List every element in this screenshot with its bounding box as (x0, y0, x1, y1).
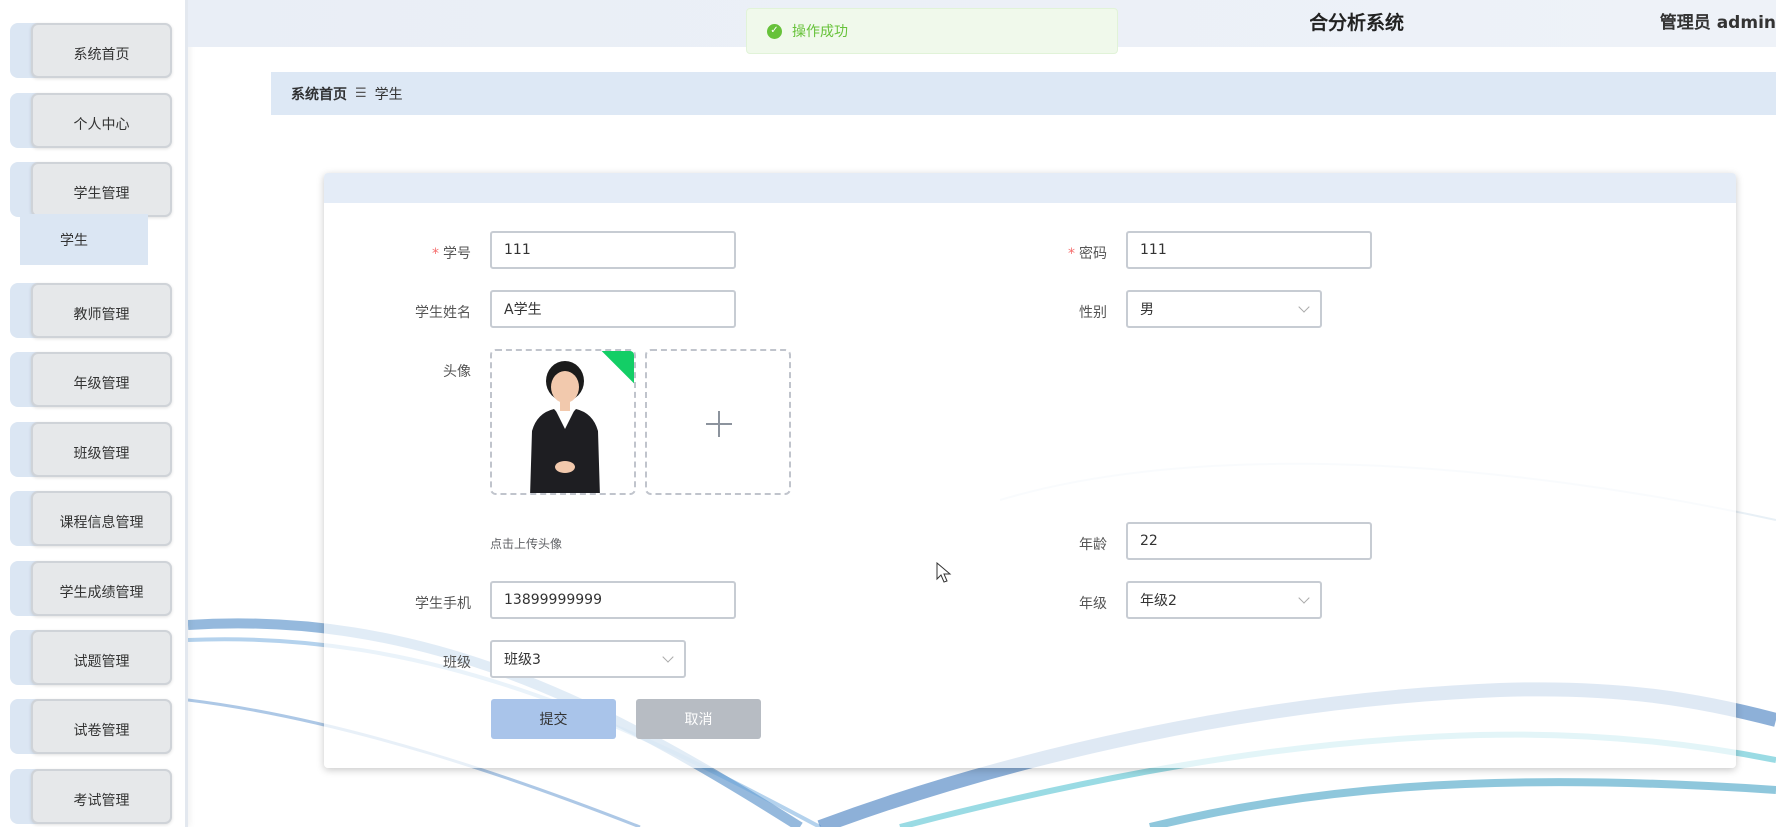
age-label: 年龄 (1079, 537, 1107, 553)
sidebar-item-label: 试题管理 (31, 630, 172, 685)
avatar-upload-hint: 点击上传头像 (490, 537, 563, 551)
sidebar-item-grade-management[interactable]: 年级管理 (10, 352, 172, 407)
grade-value: 年级2 (1140, 593, 1177, 609)
class-label: 班级 (443, 655, 471, 671)
sidebar-item-course-management[interactable]: 课程信息管理 (10, 491, 172, 546)
sidebar-item-label: 学生管理 (31, 162, 172, 217)
breadcrumb: 系统首页 ☰ 学生 (271, 72, 1776, 115)
sidebar-item-label: 年级管理 (31, 352, 172, 407)
sidebar-item-exam-management[interactable]: 考试管理 (10, 769, 172, 824)
sidebar-item-teacher-management[interactable]: 教师管理 (10, 283, 172, 338)
phone-label: 学生手机 (415, 596, 471, 612)
student-no-label: * 学号 (432, 246, 471, 262)
class-value: 班级3 (504, 652, 541, 668)
student-no-input[interactable]: 111 (490, 231, 736, 269)
gender-select[interactable]: 男 (1126, 290, 1322, 328)
password-label: * 密码 (1068, 246, 1107, 262)
check-circle-icon: ✓ (767, 23, 782, 39)
breadcrumb-separator: ☰ (355, 86, 367, 101)
sidebar-item-label: 个人中心 (31, 93, 172, 148)
avatar-image (492, 351, 634, 493)
submit-button[interactable]: 提交 (491, 699, 616, 739)
success-toast: ✓ 操作成功 (746, 8, 1118, 54)
sidebar-item-label: 试卷管理 (31, 699, 172, 754)
student-name-input[interactable]: A学生 (490, 290, 736, 328)
sidebar-item-paper-management[interactable]: 试卷管理 (10, 699, 172, 754)
gender-value: 男 (1140, 302, 1154, 318)
user-label[interactable]: 管理员 admin (1660, 8, 1776, 33)
plus-icon-vertical (718, 411, 720, 437)
cancel-button[interactable]: 取消 (636, 699, 761, 739)
toast-message: 操作成功 (792, 24, 848, 40)
gender-label: 性别 (1079, 305, 1107, 321)
age-input[interactable]: 22 (1126, 522, 1372, 560)
chevron-down-icon (662, 651, 674, 663)
sidebar-item-student-management[interactable]: 学生管理 (10, 162, 172, 217)
avatar-label: 头像 (443, 364, 471, 380)
app-title: 综合分析系统 (1310, 12, 1405, 34)
avatar-upload-button[interactable] (645, 349, 791, 495)
student-name-label: 学生姓名 (415, 305, 471, 321)
avatar-preview[interactable] (490, 349, 636, 495)
sidebar-item-label: 考试管理 (31, 769, 172, 824)
sidebar-item-class-management[interactable]: 班级管理 (10, 422, 172, 477)
grade-label: 年级 (1079, 596, 1107, 612)
grade-select[interactable]: 年级2 (1126, 581, 1322, 619)
password-input[interactable]: 111 (1126, 231, 1372, 269)
sidebar-item-label: 课程信息管理 (31, 491, 172, 546)
phone-input[interactable]: 13899999999 (490, 581, 736, 619)
sidebar-item-home[interactable]: 系统首页 (10, 23, 172, 78)
sidebar-item-question-management[interactable]: 试题管理 (10, 630, 172, 685)
sidebar-item-label: 系统首页 (31, 23, 172, 78)
card-header (324, 173, 1736, 203)
mouse-cursor-icon (936, 562, 952, 583)
class-select[interactable]: 班级3 (490, 640, 686, 678)
sidebar-subitem-student[interactable]: 学生 (20, 214, 148, 265)
breadcrumb-home[interactable]: 系统首页 (291, 84, 347, 104)
sidebar-item-score-management[interactable]: 学生成绩管理 (10, 561, 172, 616)
sidebar-item-label: 教师管理 (31, 283, 172, 338)
sidebar-item-profile[interactable]: 个人中心 (10, 93, 172, 148)
sidebar-item-label: 学生成绩管理 (31, 561, 172, 616)
breadcrumb-current: 学生 (374, 86, 403, 103)
chevron-down-icon (1298, 592, 1310, 604)
sidebar-item-label: 班级管理 (31, 422, 172, 477)
sidebar: 系统首页 个人中心 学生管理 学生 教师管理 年级管理 班级管理 课程信息管理 … (0, 0, 188, 827)
chevron-down-icon (1298, 301, 1310, 313)
